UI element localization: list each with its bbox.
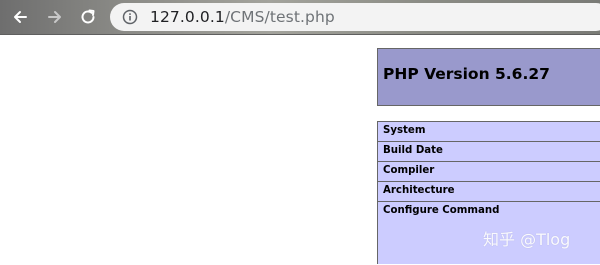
- table-row: Compiler: [378, 162, 600, 182]
- page-title: PHP Version 5.6.27: [383, 65, 550, 83]
- forward-arrow-icon: [46, 8, 64, 26]
- reload-icon: [79, 8, 97, 26]
- table-row: System: [378, 122, 600, 142]
- row-label-configure-command: Configure Command: [383, 205, 500, 216]
- url-text[interactable]: 127.0.0.1/CMS/test.php: [150, 8, 335, 26]
- row-label-architecture: Architecture: [383, 185, 455, 196]
- watermark: 知乎 @Tlog: [483, 230, 571, 249]
- back-button[interactable]: [9, 6, 31, 28]
- url-path: /CMS/test.php: [224, 8, 335, 26]
- address-bar[interactable]: 127.0.0.1/CMS/test.php: [110, 3, 600, 31]
- reload-button[interactable]: [77, 6, 99, 28]
- row-label-compiler: Compiler: [383, 165, 435, 176]
- browser-toolbar: 127.0.0.1/CMS/test.php: [0, 0, 600, 35]
- phpinfo-header: PHP Version 5.6.27: [377, 48, 600, 106]
- info-icon[interactable]: [122, 9, 138, 25]
- url-host: 127.0.0.1: [150, 8, 225, 26]
- forward-button[interactable]: [44, 6, 66, 28]
- row-label-build-date: Build Date: [383, 145, 443, 156]
- back-arrow-icon: [11, 8, 29, 26]
- table-row: Architecture: [378, 182, 600, 202]
- row-label-system: System: [383, 125, 426, 136]
- table-row: Build Date: [378, 142, 600, 162]
